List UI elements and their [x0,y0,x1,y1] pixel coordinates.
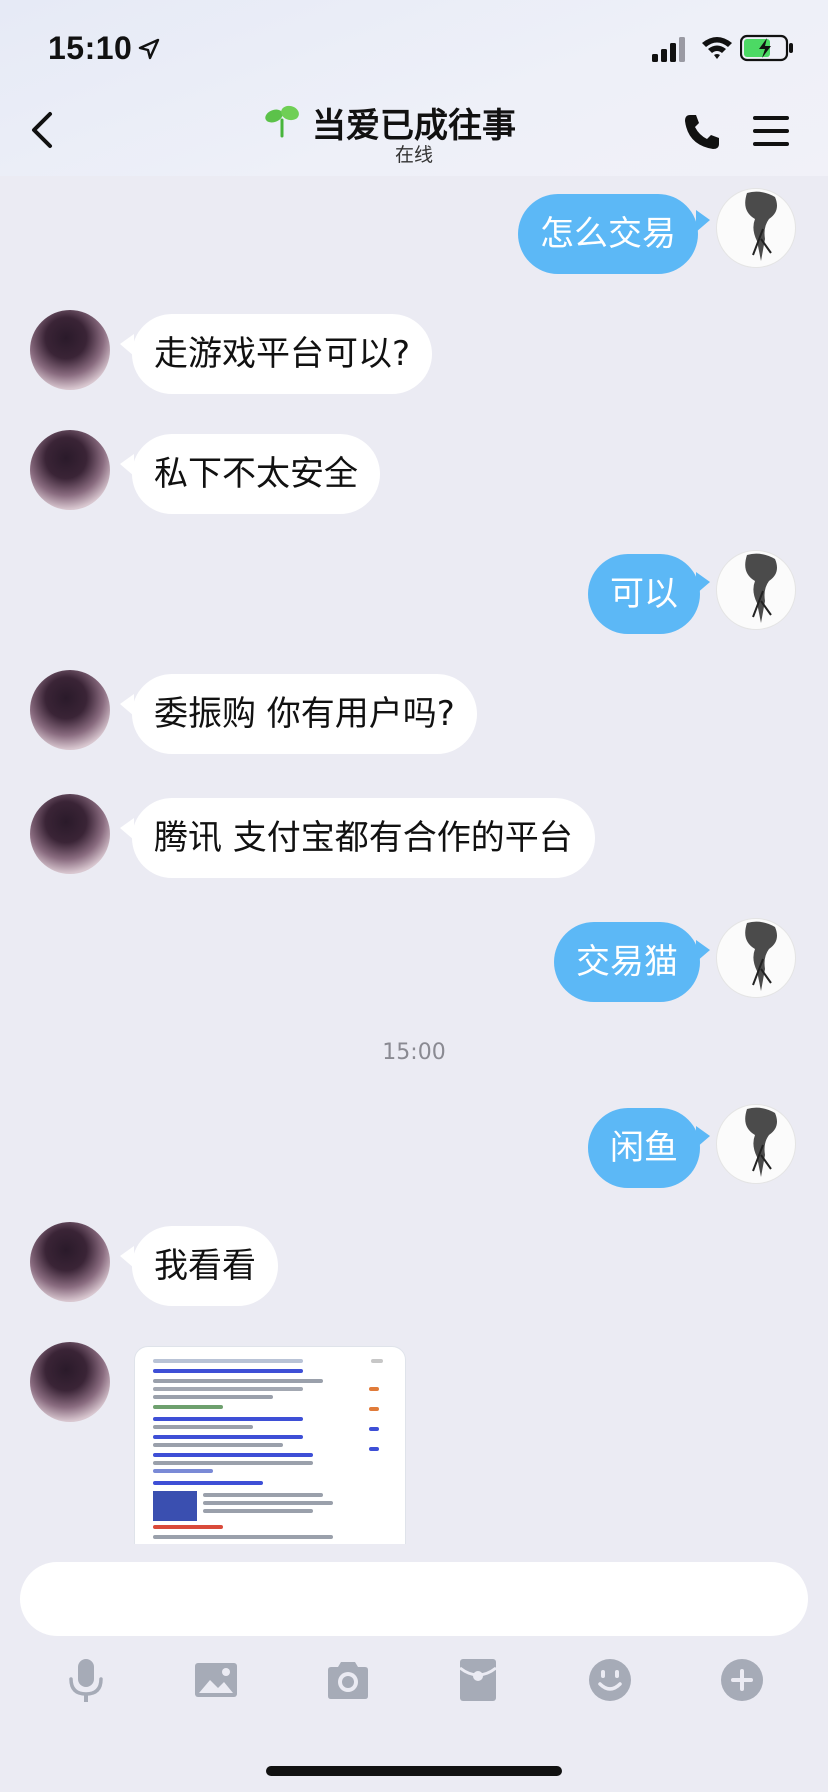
bubble-tail [696,210,710,232]
location-arrow-icon [138,38,160,60]
red-packet-icon[interactable] [454,1656,502,1704]
thumbnail-preview [153,1491,197,1521]
contact-avatar[interactable] [30,1342,110,1422]
battery-charging-icon [740,34,793,62]
message-bubble-received[interactable]: 走游戏平台可以? [132,314,433,394]
message-bubble-sent[interactable]: 闲鱼 [588,1108,700,1188]
message-bubble-received[interactable]: 腾讯 支付宝都有合作的平台 [132,798,595,878]
home-indicator[interactable] [266,1766,562,1776]
message-input[interactable] [20,1562,808,1636]
chat-messages[interactable]: 怎么交易 走游戏平台可以? 私下不太安全 可以 委振购 你有用户吗? 腾讯 支付… [0,176,828,1544]
image-message-thumbnail[interactable] [134,1346,406,1544]
my-avatar[interactable] [716,188,796,268]
ink-figure-icon [745,921,777,991]
contact-avatar[interactable] [30,430,110,510]
phone-call-icon[interactable] [682,112,722,152]
contact-avatar[interactable] [30,794,110,874]
ink-figure-icon [745,553,777,623]
status-time: 15:10 [48,30,133,66]
message-bubble-received[interactable]: 委振购 你有用户吗? [132,674,477,754]
message-bubble-sent[interactable]: 怎么交易 [518,194,698,274]
message-bubble-received[interactable]: 我看看 [132,1226,278,1306]
wifi-icon [702,37,732,59]
menu-icon[interactable] [752,114,790,148]
message-timestamp: 15:00 [382,1040,446,1065]
message-bubble-sent[interactable]: 交易猫 [554,922,700,1002]
my-avatar[interactable] [716,550,796,630]
top-bar: 15:10 当爱已成往事 在线 [0,0,828,176]
cellular-signal-icon [652,37,685,62]
my-avatar[interactable] [716,1104,796,1184]
emoji-icon[interactable] [586,1656,634,1704]
contact-avatar[interactable] [30,670,110,750]
contact-avatar[interactable] [30,310,110,390]
ink-figure-icon [745,1107,777,1177]
message-bubble-received[interactable]: 私下不太安全 [132,434,380,514]
camera-icon[interactable] [324,1656,372,1704]
plus-icon[interactable] [718,1656,766,1704]
message-bubble-sent[interactable]: 可以 [588,554,700,634]
image-icon[interactable] [192,1656,240,1704]
my-avatar[interactable] [716,918,796,998]
contact-avatar[interactable] [30,1222,110,1302]
microphone-icon[interactable] [62,1656,110,1704]
sprout-icon [265,105,299,138]
ink-figure-icon [745,191,777,261]
input-area [0,1544,828,1792]
